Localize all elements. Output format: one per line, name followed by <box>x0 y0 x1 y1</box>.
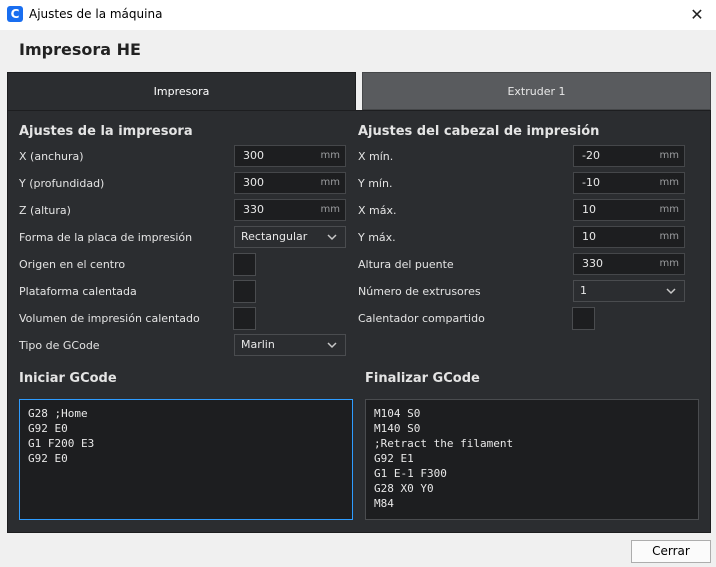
y-depth-input[interactable]: 300 mm <box>234 172 346 194</box>
printer-name-heading: Impresora HE <box>19 40 141 59</box>
gantry-height-unit: mm <box>659 258 679 269</box>
tab-extruder-1[interactable]: Extruder 1 <box>362 72 711 110</box>
window-title: Ajustes de la máquina <box>29 7 163 21</box>
ymin-unit: mm <box>659 177 679 188</box>
origin-center-label: Origen en el centro <box>19 258 126 271</box>
x-width-label: X (anchura) <box>19 150 84 163</box>
z-height-label: Z (altura) <box>19 204 71 217</box>
xmax-value: 10 <box>582 203 596 216</box>
y-depth-unit: mm <box>320 177 340 188</box>
chevron-down-icon <box>666 288 676 295</box>
xmax-label: X máx. <box>358 204 397 217</box>
cura-logo-icon: C <box>7 6 23 22</box>
z-height-value: 330 <box>243 203 264 216</box>
ymax-unit: mm <box>659 231 679 242</box>
y-depth-value: 300 <box>243 176 264 189</box>
xmin-label: X mín. <box>358 150 394 163</box>
gcode-flavor-label: Tipo de GCode <box>19 339 100 352</box>
extruder-count-label: Número de extrusores <box>358 285 481 298</box>
close-button[interactable]: Cerrar <box>631 540 711 563</box>
gantry-height-input[interactable]: 330 mm <box>573 253 685 275</box>
x-width-unit: mm <box>320 150 340 161</box>
printhead-settings-title: Ajustes del cabezal de impresión <box>358 124 600 139</box>
heated-volume-checkbox[interactable] <box>233 307 256 330</box>
tab-printer[interactable]: Impresora <box>7 72 356 110</box>
xmin-value: -20 <box>582 149 600 162</box>
shared-heater-label: Calentador compartido <box>358 312 485 325</box>
printer-settings-title: Ajustes de la impresora <box>19 124 193 139</box>
origin-center-checkbox[interactable] <box>233 253 256 276</box>
xmin-input[interactable]: -20 mm <box>573 145 685 167</box>
xmax-unit: mm <box>659 204 679 215</box>
chevron-down-icon <box>327 342 337 349</box>
bed-shape-label: Forma de la placa de impresión <box>19 231 193 244</box>
gantry-height-label: Altura del puente <box>358 258 454 271</box>
end-gcode-title: Finalizar GCode <box>365 371 480 386</box>
z-height-unit: mm <box>320 204 340 215</box>
extruder-count-value: 1 <box>580 284 587 297</box>
start-gcode-textarea[interactable]: G28 ;Home G92 E0 G1 F200 E3 G92 E0 <box>19 399 353 520</box>
xmax-input[interactable]: 10 mm <box>573 199 685 221</box>
heated-volume-label: Volumen de impresión calentado <box>19 312 200 325</box>
ymin-value: -10 <box>582 176 600 189</box>
title-bar: C Ajustes de la máquina ✕ <box>0 0 716 30</box>
x-width-input[interactable]: 300 mm <box>234 145 346 167</box>
chevron-down-icon <box>327 234 337 241</box>
gcode-flavor-select[interactable]: Marlin <box>234 334 346 356</box>
xmin-unit: mm <box>659 150 679 161</box>
ymax-value: 10 <box>582 230 596 243</box>
ymin-input[interactable]: -10 mm <box>573 172 685 194</box>
shared-heater-checkbox[interactable] <box>572 307 595 330</box>
end-gcode-textarea[interactable]: M104 S0 M140 S0 ;Retract the filament G9… <box>365 399 699 520</box>
ymin-label: Y mín. <box>358 177 393 190</box>
extruder-count-select[interactable]: 1 <box>573 280 685 302</box>
ymax-input[interactable]: 10 mm <box>573 226 685 248</box>
start-gcode-title: Iniciar GCode <box>19 371 117 386</box>
close-icon[interactable]: ✕ <box>686 4 708 26</box>
y-depth-label: Y (profundidad) <box>19 177 105 190</box>
gcode-flavor-value: Marlin <box>241 338 275 351</box>
x-width-value: 300 <box>243 149 264 162</box>
heated-bed-checkbox[interactable] <box>233 280 256 303</box>
ymax-label: Y máx. <box>358 231 396 244</box>
z-height-input[interactable]: 330 mm <box>234 199 346 221</box>
bed-shape-select[interactable]: Rectangular <box>234 226 346 248</box>
bed-shape-value: Rectangular <box>241 230 308 243</box>
heated-bed-label: Plataforma calentada <box>19 285 137 298</box>
gantry-height-value: 330 <box>582 257 603 270</box>
